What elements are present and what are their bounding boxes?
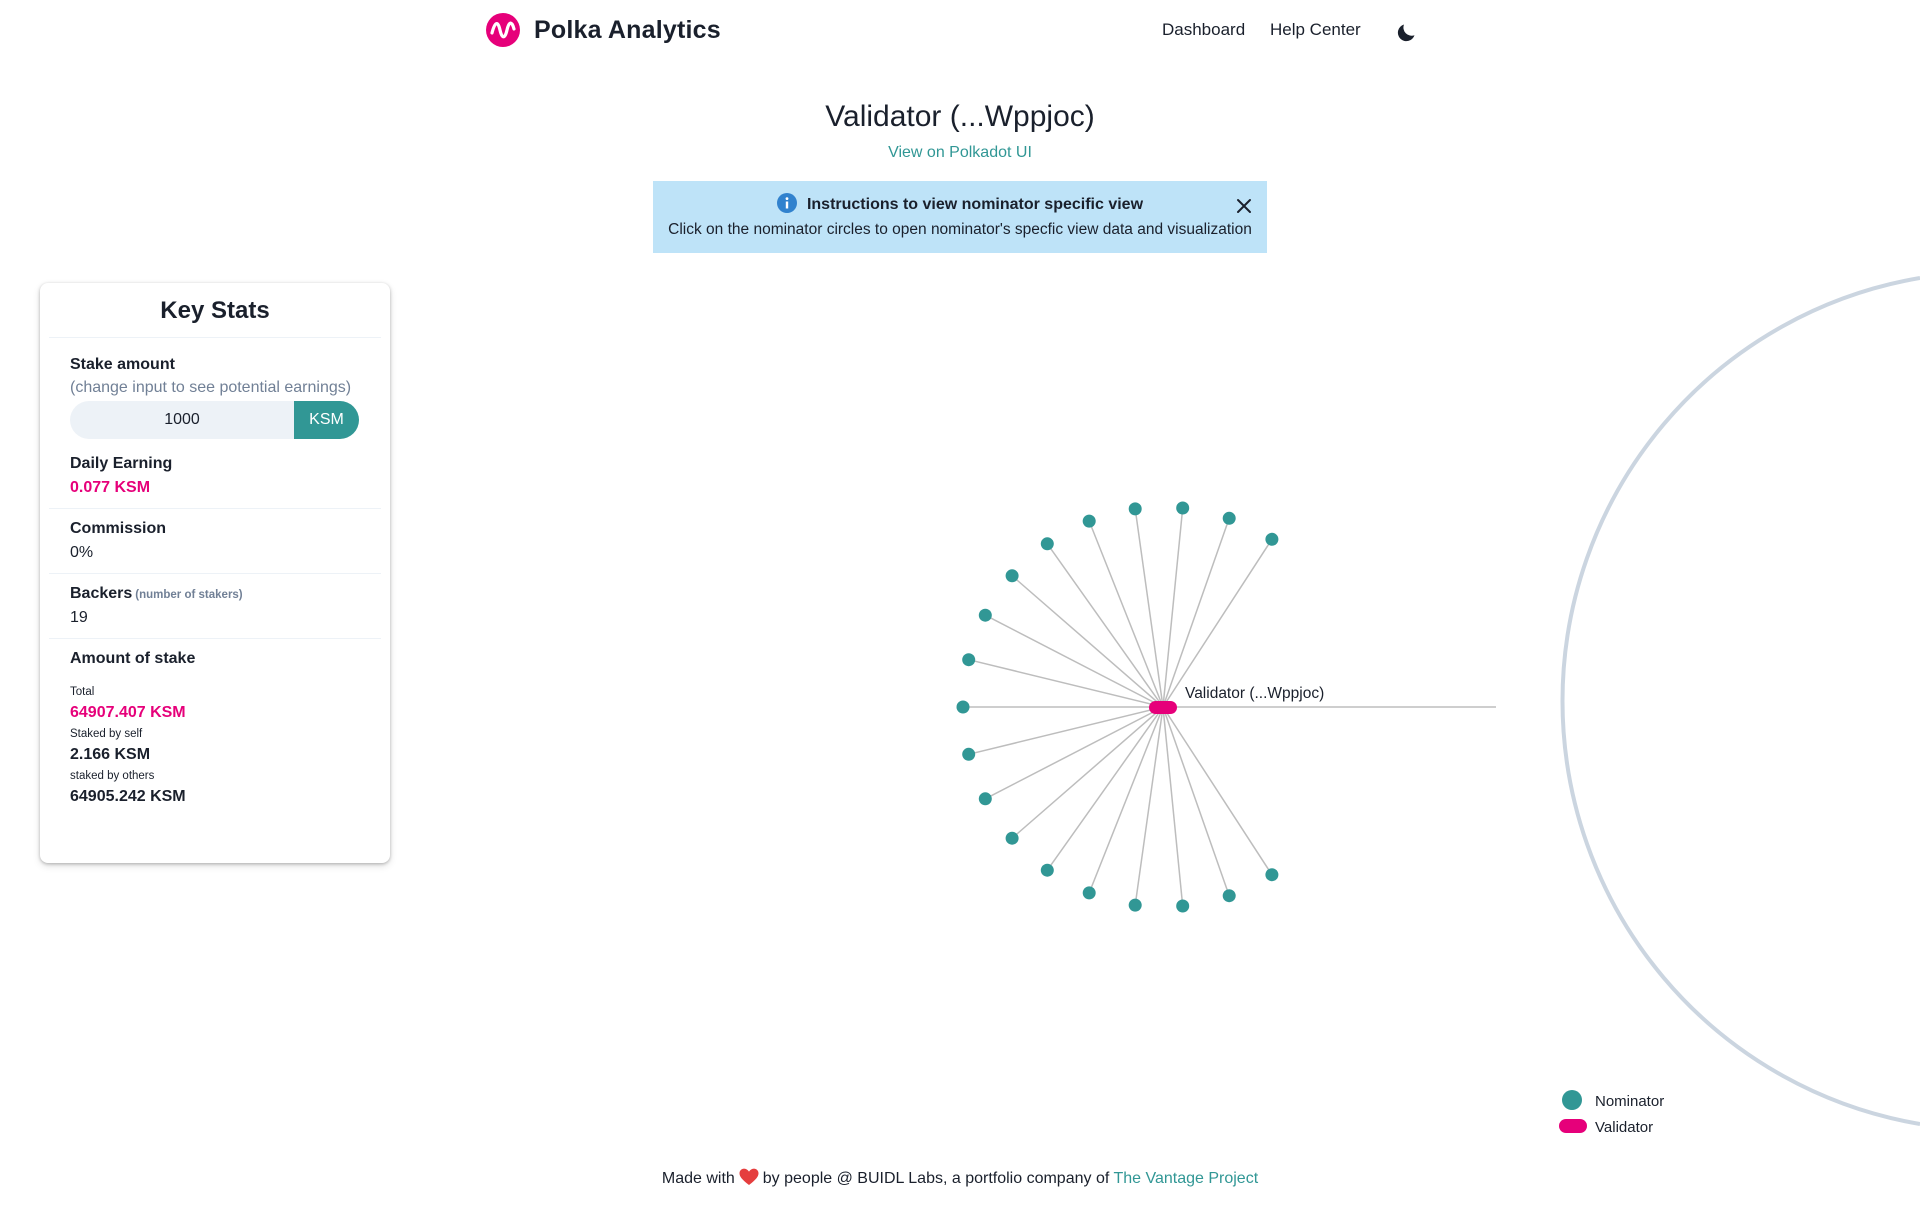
nominator-edge	[1134, 706, 1164, 906]
total-stake-label: Total	[70, 686, 95, 698]
page-title: Validator (...Wppjoc)	[825, 100, 1095, 133]
nominator-node[interactable]	[1265, 868, 1279, 882]
commission-label: Commission	[70, 520, 167, 537]
nav-help-center[interactable]: Help Center	[1270, 20, 1361, 40]
nominator-edge	[1162, 507, 1184, 708]
nominator-node[interactable]	[1005, 831, 1019, 845]
backers-hint: (number of stakers)	[135, 589, 243, 601]
backers-label: Backers (number of stakers)	[70, 585, 243, 603]
nominator-edge	[1011, 575, 1164, 708]
divider	[49, 508, 381, 509]
heart-icon	[739, 1168, 759, 1185]
stake-amount-hint: (change input to see potential earnings)	[70, 379, 352, 396]
others-stake-value: 64905.242 KSM	[70, 788, 186, 805]
total-stake-value: 64907.407 KSM	[70, 704, 186, 721]
validator-node[interactable]	[1149, 701, 1177, 714]
others-stake-label: staked by others	[70, 770, 155, 782]
polka-wave-logo-icon	[486, 13, 520, 47]
nominator-node[interactable]	[1005, 569, 1019, 583]
backers-value: 19	[70, 609, 88, 626]
nominator-node[interactable]	[1040, 537, 1054, 551]
nominator-edge	[1162, 706, 1273, 876]
brand-name: Polka Analytics	[534, 15, 721, 44]
legend-validator-label: Validator	[1595, 1119, 1653, 1136]
backers-label-text: Backers	[70, 585, 133, 602]
nominator-node[interactable]	[1222, 889, 1236, 903]
nominator-edge	[1162, 518, 1230, 708]
nominator-node[interactable]	[978, 792, 992, 806]
stake-input-group: KSM	[70, 401, 359, 439]
nominator-node[interactable]	[956, 700, 970, 714]
nominator-node[interactable]	[1082, 514, 1096, 528]
nominator-edge	[968, 706, 1164, 756]
validator-node-label: Validator (...Wppjoc)	[1185, 685, 1324, 702]
nominator-edge	[984, 614, 1164, 708]
nominator-node[interactable]	[1222, 511, 1236, 525]
instructions-alert: Instructions to view nominator specific …	[653, 181, 1267, 253]
nominator-node[interactable]	[1128, 502, 1142, 516]
key-stats-title: Key Stats	[160, 297, 270, 324]
nominator-node[interactable]	[1176, 501, 1190, 515]
nominator-edge	[1162, 706, 1230, 896]
divider	[49, 638, 381, 639]
brand[interactable]: Polka Analytics	[486, 10, 721, 50]
nominator-node[interactable]	[962, 653, 976, 667]
self-stake-label: Staked by self	[70, 728, 143, 740]
nominator-edge	[1134, 508, 1164, 708]
nominator-node[interactable]	[962, 747, 976, 761]
nominator-node[interactable]	[1040, 863, 1054, 877]
nominator-node[interactable]	[1176, 899, 1190, 913]
alert-heading: Instructions to view nominator specific …	[653, 193, 1267, 214]
close-icon[interactable]	[1233, 195, 1255, 217]
stake-amount-label: Stake amount	[70, 356, 175, 373]
info-icon	[776, 193, 797, 213]
nominator-edge	[984, 706, 1164, 800]
view-on-polkadot-link[interactable]: View on Polkadot UI	[0, 144, 1920, 162]
moon-icon[interactable]	[1395, 20, 1419, 44]
self-stake-value: 2.166 KSM	[70, 746, 151, 763]
nominator-edge	[1088, 520, 1164, 708]
footer: Made with by people @ BUIDL Labs, a portf…	[0, 1168, 1920, 1188]
divider	[49, 337, 381, 338]
daily-earning-label: Daily Earning	[70, 455, 173, 472]
nominator-edge	[1046, 543, 1164, 708]
nominator-edge	[1162, 538, 1273, 708]
nominator-node[interactable]	[1128, 898, 1142, 912]
divider	[49, 573, 381, 574]
graph-legend: Nominator Validator	[1559, 1090, 1664, 1136]
nominator-edge	[1162, 706, 1184, 907]
orbit-arc	[1560, 276, 1920, 1126]
nominator-edge	[1046, 706, 1164, 871]
legend-nominator-swatch	[1562, 1090, 1582, 1110]
alert-title: Instructions to view nominator specific …	[806, 196, 1144, 213]
nominator-node[interactable]	[978, 608, 992, 622]
key-stats-card: Key Stats Stake amount (change input to …	[40, 283, 390, 863]
nominator-node[interactable]	[1265, 532, 1279, 546]
legend-validator-swatch	[1559, 1119, 1587, 1133]
nav-dashboard[interactable]: Dashboard	[1162, 20, 1245, 40]
nominator-edge	[1088, 706, 1164, 894]
stake-unit-addon: KSM	[294, 401, 359, 439]
vantage-project-link[interactable]: The Vantage Project	[1113, 1170, 1258, 1187]
amount-of-stake-label: Amount of stake	[70, 650, 196, 667]
commission-value: 0%	[70, 544, 94, 561]
daily-earning-value: 0.077 KSM	[70, 479, 151, 496]
footer-prefix: Made with	[661, 1170, 735, 1187]
stake-amount-input[interactable]	[70, 401, 294, 439]
nominator-node[interactable]	[1082, 886, 1096, 900]
footer-middle: by people @ BUIDL Labs, a portfolio comp…	[762, 1170, 1110, 1187]
nominator-edge	[968, 658, 1164, 708]
alert-body: Click on the nominator circles to open n…	[668, 221, 1252, 238]
nominator-edge	[1011, 706, 1164, 839]
legend-nominator-label: Nominator	[1595, 1093, 1664, 1110]
